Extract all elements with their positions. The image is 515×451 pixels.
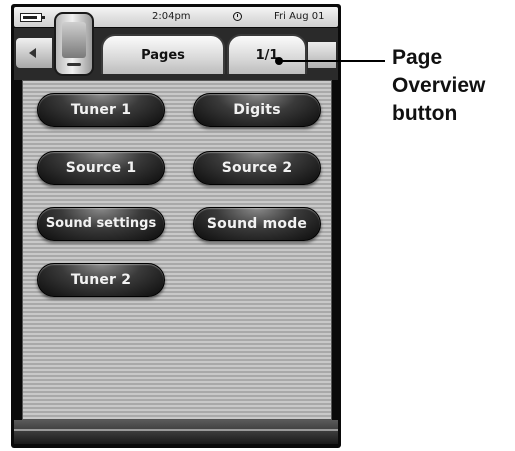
- tab-bar: Pages 1/1: [14, 12, 338, 80]
- sound-settings-button[interactable]: Sound settings: [37, 207, 165, 241]
- callout-line-1: Page: [392, 46, 443, 69]
- callout-line: [279, 60, 385, 62]
- callout-label: Page Overview button: [392, 44, 512, 128]
- back-button[interactable]: [16, 38, 52, 68]
- tab-pages[interactable]: Pages: [101, 34, 225, 74]
- callout-line-2: Overview: [392, 74, 486, 97]
- remote-control-icon[interactable]: [54, 12, 94, 76]
- clock-icon: [233, 12, 242, 21]
- digits-button[interactable]: Digits: [193, 93, 321, 127]
- battery-icon: [20, 13, 45, 22]
- sound-mode-button[interactable]: Sound mode: [193, 207, 321, 241]
- chevron-left-icon: [29, 48, 36, 58]
- remote-buttons: [67, 63, 81, 66]
- remote-screen: [62, 22, 86, 58]
- status-date: Fri Aug 01: [274, 11, 325, 22]
- tuner-2-button[interactable]: Tuner 2: [37, 263, 165, 297]
- callout-line-3: button: [392, 102, 458, 125]
- source-2-button[interactable]: Source 2: [193, 151, 321, 185]
- page-overview-button[interactable]: 1/1: [227, 34, 307, 74]
- tab-bar-end: [308, 42, 336, 68]
- bottom-bar: [14, 420, 338, 444]
- tuner-1-button[interactable]: Tuner 1: [37, 93, 165, 127]
- status-time: 2:04pm: [152, 11, 191, 22]
- source-1-button[interactable]: Source 1: [37, 151, 165, 185]
- page-content: Tuner 1 Digits Source 1 Source 2 Sound s…: [22, 80, 332, 420]
